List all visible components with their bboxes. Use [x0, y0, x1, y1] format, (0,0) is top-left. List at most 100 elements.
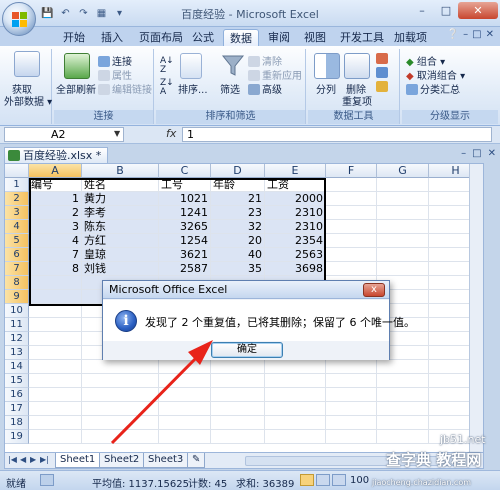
cell-c6[interactable]: 3621: [159, 248, 211, 262]
cell-f18[interactable]: [326, 416, 377, 430]
cell-g4[interactable]: [377, 220, 429, 234]
sort-za-icon[interactable]: Z↓ A: [160, 79, 174, 97]
cell-c3[interactable]: 1241: [159, 206, 211, 220]
cell-e19[interactable]: [265, 430, 326, 444]
cell-f3[interactable]: [326, 206, 377, 220]
properties-button[interactable]: 属性: [98, 67, 132, 82]
cell-e14[interactable]: [265, 360, 326, 374]
cell-a14[interactable]: [29, 360, 82, 374]
column-header-b[interactable]: B: [82, 164, 159, 178]
ribbon-restore-icon[interactable]: □: [472, 29, 481, 40]
text-to-columns-button[interactable]: 分列: [316, 81, 336, 96]
cell-a4[interactable]: 3: [29, 220, 82, 234]
ok-button[interactable]: 确定: [211, 342, 283, 358]
cell-e1[interactable]: 工资: [265, 178, 326, 192]
cell-d1[interactable]: 年龄: [211, 178, 265, 192]
cell-e5[interactable]: 2354: [265, 234, 326, 248]
dialog-close-button[interactable]: x: [363, 283, 385, 297]
cell-a11[interactable]: [29, 318, 82, 332]
edit-links-button[interactable]: 编辑链接: [98, 81, 152, 96]
sheet-tab-sheet2[interactable]: Sheet2: [99, 453, 145, 468]
vertical-scrollbar[interactable]: [469, 164, 483, 452]
data-validation-icon[interactable]: [376, 53, 390, 65]
column-header-a[interactable]: A: [29, 164, 82, 178]
help-icon[interactable]: ❔: [447, 29, 459, 40]
cell-d17[interactable]: [211, 402, 265, 416]
cell-d18[interactable]: [211, 416, 265, 430]
cell-g16[interactable]: [377, 388, 429, 402]
cell-b16[interactable]: [82, 388, 159, 402]
row-header-8[interactable]: 8: [5, 276, 29, 290]
cell-a5[interactable]: 4: [29, 234, 82, 248]
insert-sheet-icon[interactable]: ✎: [187, 453, 205, 468]
sort-button[interactable]: 排序...: [178, 81, 208, 96]
workbook-close-button[interactable]: ✕: [488, 148, 496, 159]
cell-e3[interactable]: 2310: [265, 206, 326, 220]
reapply-button[interactable]: 重新应用: [248, 67, 302, 82]
cell-c15[interactable]: [159, 374, 211, 388]
tab-page-layout[interactable]: 页面布局: [133, 29, 189, 46]
cell-b7[interactable]: 刘钱: [82, 262, 159, 276]
next-sheet-icon[interactable]: ▶: [30, 455, 36, 464]
page-layout-view-icon[interactable]: [316, 474, 330, 486]
row-header-7[interactable]: 7: [5, 262, 29, 276]
row-header-11[interactable]: 11: [5, 318, 29, 332]
ribbon-close-icon[interactable]: ✕: [486, 29, 494, 40]
row-header-16[interactable]: 16: [5, 388, 29, 402]
cell-f1[interactable]: [326, 178, 377, 192]
cell-g14[interactable]: [377, 360, 429, 374]
cell-d14[interactable]: [211, 360, 265, 374]
ribbon-minimize-icon[interactable]: –: [463, 29, 468, 40]
cell-c7[interactable]: 2587: [159, 262, 211, 276]
prev-sheet-icon[interactable]: ◀: [20, 455, 26, 464]
consolidate-icon[interactable]: [376, 67, 390, 79]
cell-a13[interactable]: [29, 346, 82, 360]
column-header-c[interactable]: C: [159, 164, 211, 178]
tab-home[interactable]: 开始: [57, 29, 91, 46]
refresh-all-button[interactable]: 全部刷新: [56, 81, 96, 96]
cell-b18[interactable]: [82, 416, 159, 430]
minimize-button[interactable]: –: [410, 2, 434, 19]
cell-b1[interactable]: 姓名: [82, 178, 159, 192]
row-header-2[interactable]: 2: [5, 192, 29, 206]
row-header-6[interactable]: 6: [5, 248, 29, 262]
cell-c2[interactable]: 1021: [159, 192, 211, 206]
row-header-14[interactable]: 14: [5, 360, 29, 374]
row-header-15[interactable]: 15: [5, 374, 29, 388]
column-header-e[interactable]: E: [265, 164, 326, 178]
cell-c5[interactable]: 1254: [159, 234, 211, 248]
cell-g6[interactable]: [377, 248, 429, 262]
cell-a15[interactable]: [29, 374, 82, 388]
cell-f2[interactable]: [326, 192, 377, 206]
cell-f4[interactable]: [326, 220, 377, 234]
cell-b3[interactable]: 李考: [82, 206, 159, 220]
cell-c18[interactable]: [159, 416, 211, 430]
cell-f19[interactable]: [326, 430, 377, 444]
tab-review[interactable]: 审阅: [262, 29, 296, 46]
column-header-g[interactable]: G: [377, 164, 429, 178]
sheet-tab-sheet3[interactable]: Sheet3: [143, 453, 189, 468]
select-all-corner[interactable]: [5, 164, 29, 178]
cell-c1[interactable]: 工号: [159, 178, 211, 192]
cell-g3[interactable]: [377, 206, 429, 220]
cell-a6[interactable]: 7: [29, 248, 82, 262]
cell-c16[interactable]: [159, 388, 211, 402]
formula-input[interactable]: 1: [182, 127, 492, 142]
workbook-maximize-button[interactable]: □: [472, 148, 481, 159]
sort-az-icon[interactable]: A↓ Z: [160, 57, 174, 75]
column-header-d[interactable]: D: [211, 164, 265, 178]
workbook-tab[interactable]: 百度经验.xlsx *: [4, 147, 109, 163]
cell-e6[interactable]: 2563: [265, 248, 326, 262]
row-header-13[interactable]: 13: [5, 346, 29, 360]
sheet-tab-sheet1[interactable]: Sheet1: [55, 453, 101, 468]
connections-button[interactable]: 连接: [98, 53, 132, 68]
row-header-5[interactable]: 5: [5, 234, 29, 248]
zoom-level[interactable]: 100: [350, 475, 369, 486]
office-button[interactable]: [2, 2, 36, 36]
workbook-minimize-button[interactable]: –: [461, 148, 466, 159]
cell-c4[interactable]: 3265: [159, 220, 211, 234]
cell-a2[interactable]: 1: [29, 192, 82, 206]
cell-b15[interactable]: [82, 374, 159, 388]
column-header-f[interactable]: F: [326, 164, 377, 178]
row-header-17[interactable]: 17: [5, 402, 29, 416]
